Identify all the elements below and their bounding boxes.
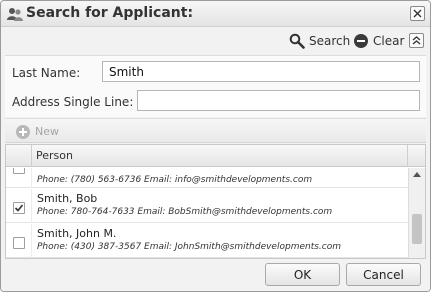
last-name-input[interactable]: [102, 61, 420, 82]
select-column-header: [6, 145, 32, 167]
cancel-button[interactable]: Cancel: [346, 263, 421, 286]
magnifier-icon: [289, 33, 305, 49]
results-grid: Person Phone: (780) 563-6736 Email: info…: [5, 144, 426, 259]
title-bar: Search for Applicant:: [1, 1, 430, 27]
person-column-header[interactable]: Person: [36, 149, 73, 162]
scroll-up-arrow-icon[interactable]: [413, 172, 421, 177]
person-name: Smith, Bob: [37, 192, 98, 205]
clear-button[interactable]: Clear: [353, 28, 404, 54]
plus-circle-icon: [16, 124, 30, 139]
close-icon: [413, 9, 422, 18]
search-button-label: Search: [309, 34, 351, 48]
ok-button[interactable]: OK: [265, 263, 340, 286]
person-contact: Phone: 780-764-7633 Email: BobSmith@smit…: [37, 207, 333, 217]
search-button[interactable]: Search: [289, 28, 350, 54]
clear-button-label: Clear: [373, 34, 405, 48]
scrollbar-thumb[interactable]: [412, 214, 422, 244]
checkmark-icon: [14, 204, 24, 212]
new-button-label: New: [35, 125, 59, 138]
minus-circle-icon: [354, 34, 368, 48]
address-label: Address Single Line:: [12, 95, 134, 109]
vertical-scrollbar[interactable]: [408, 168, 425, 258]
table-row[interactable]: Smith, Bob Phone: 780-764-7633 Email: Bo…: [6, 189, 408, 223]
toolbar: Search Clear: [5, 28, 426, 54]
users-icon: [7, 8, 23, 21]
address-input[interactable]: [137, 90, 420, 111]
double-chevron-up-icon: [412, 36, 421, 45]
search-applicant-dialog: Search for Applicant: Search Clear Last …: [0, 0, 431, 292]
last-name-label: Last Name:: [12, 66, 81, 80]
grid-toolbar: New: [5, 118, 426, 143]
column-divider: [407, 145, 408, 167]
new-button[interactable]: New: [15, 123, 59, 140]
table-row[interactable]: Smith, John M. Phone: (430) 387-3567 Ema…: [6, 224, 408, 258]
dialog-title: Search for Applicant:: [26, 5, 194, 21]
close-button[interactable]: [410, 6, 425, 21]
search-form: Last Name: Address Single Line:: [5, 55, 426, 117]
collapse-button[interactable]: [409, 33, 424, 48]
table-row[interactable]: Phone: (780) 563-6736 Email: info@smithd…: [6, 168, 408, 188]
dialog-footer: OK Cancel: [1, 260, 430, 291]
row-checkbox[interactable]: [13, 168, 25, 174]
person-contact: Phone: (430) 387-3567 Email: JohnSmith@s…: [37, 242, 342, 252]
grid-body: Phone: (780) 563-6736 Email: info@smithd…: [6, 168, 408, 258]
row-checkbox[interactable]: [13, 202, 25, 214]
grid-header: Person: [6, 145, 425, 167]
person-name: Smith, John M.: [37, 227, 117, 240]
row-checkbox[interactable]: [13, 237, 25, 249]
person-contact: Phone: (780) 563-6736 Email: info@smithd…: [37, 175, 313, 185]
